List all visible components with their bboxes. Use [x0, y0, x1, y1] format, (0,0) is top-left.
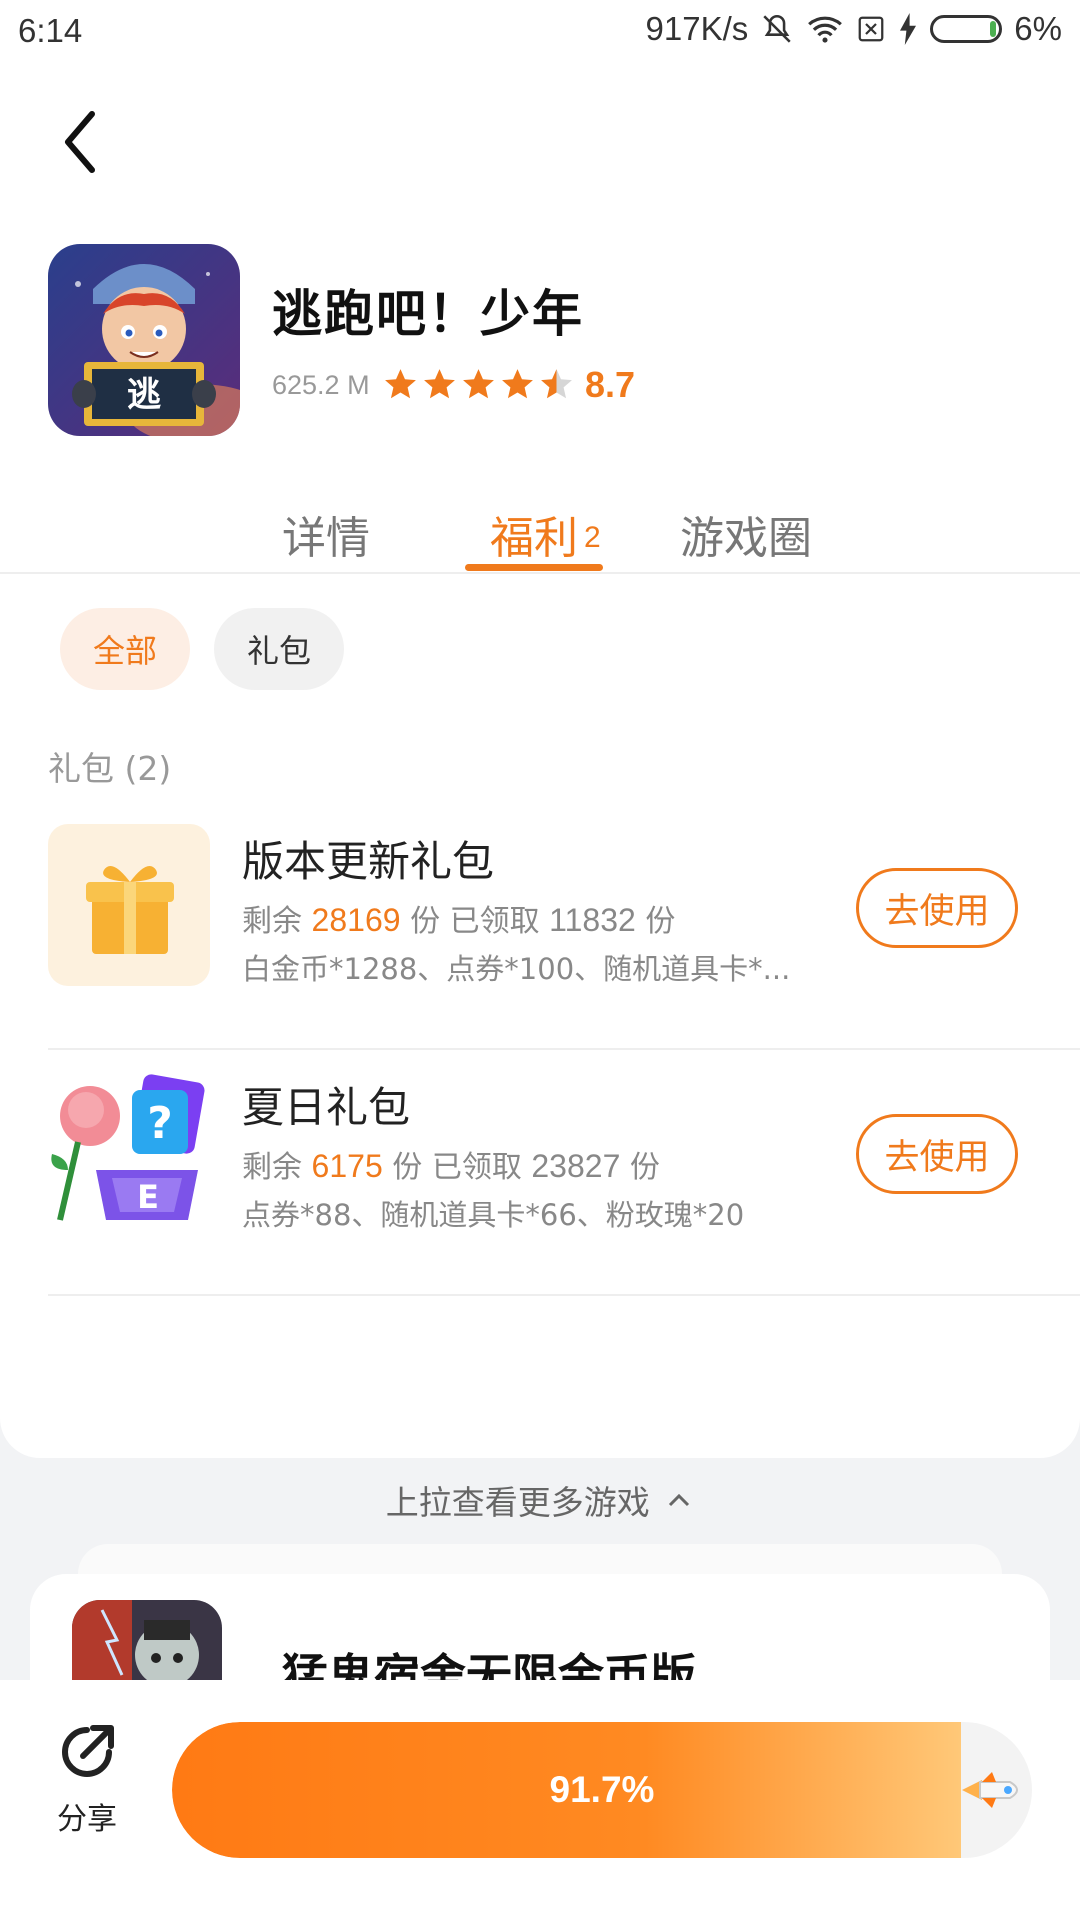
bottom-action-bar: 分享 91.7% [0, 1680, 1080, 1920]
pull-up-label: 上拉查看更多游戏 [385, 1483, 650, 1522]
list-item[interactable]: 版本更新礼包 剩余 28169 份 已领取 11832 份 白金币*1288、点… [48, 824, 1068, 1024]
download-progress-button[interactable]: 91.7% [172, 1722, 1032, 1858]
unit-label: 份 [410, 904, 441, 939]
pull-up-hint[interactable]: 上拉查看更多游戏 [0, 1476, 1080, 1524]
gift-stats: 剩余 28169 份 已领取 11832 份 [242, 896, 675, 940]
tab-label: 详情 [282, 513, 370, 564]
share-label: 分享 [57, 1802, 117, 1837]
app-icon-char: 逃 [127, 375, 161, 415]
tab-active-indicator [465, 564, 603, 571]
main-panel: 逃 逃跑吧！少年 625.2 M 8.7 详情 福利 2 游戏圈 全部 礼包 礼包… [0, 62, 1080, 1458]
gift-box-icon [48, 824, 210, 986]
star-icon [502, 369, 533, 399]
gift-description: 点券*88、随机道具卡*66、粉玫瑰*20 [242, 1198, 745, 1232]
remaining-label: 剩余 [242, 1150, 302, 1185]
unit-label: 份 [629, 1150, 660, 1185]
tab-details[interactable]: 详情 [282, 502, 370, 566]
use-gift-button[interactable]: 去使用 [856, 1114, 1018, 1194]
progress-text: 91.7% [549, 1769, 655, 1810]
back-arrow-icon[interactable] [50, 102, 110, 182]
filter-chip-gift[interactable]: 礼包 [214, 608, 344, 690]
rating-stars [382, 366, 575, 403]
half-star-icon [541, 369, 572, 399]
claimed-label: 已领取 [431, 1150, 522, 1185]
svg-text:E: E [137, 1178, 159, 1216]
wifi-icon [808, 16, 843, 43]
share-icon [62, 1725, 114, 1777]
tab-label: 游戏圈 [680, 513, 812, 564]
app-icon: 逃 [48, 244, 240, 436]
list-item[interactable]: ? E 夏日礼包 剩余 6175 份 已领取 23827 份 点券*88、随机道… [48, 1070, 1068, 1270]
net-speed: 917K/s [645, 10, 749, 47]
star-icon [424, 369, 455, 399]
section-label: 礼包 (2) [48, 749, 172, 788]
unit-label: 份 [392, 1150, 423, 1185]
gift-description: 白金币*1288、点券*100、随机道具卡*... [242, 952, 791, 986]
app-title: 逃跑吧！少年 [272, 285, 584, 343]
claimed-label: 已领取 [449, 904, 540, 939]
svg-text:?: ? [147, 1098, 173, 1149]
tab-badge: 2 [584, 521, 601, 554]
tab-benefits[interactable]: 福利 2 [490, 502, 601, 566]
divider [0, 572, 1080, 574]
use-gift-button[interactable]: 去使用 [856, 868, 1018, 948]
claimed-count: 11832 [549, 902, 636, 938]
gift-name: 夏日礼包 [242, 1083, 411, 1132]
divider [48, 1048, 1080, 1050]
remaining-label: 剩余 [242, 904, 302, 939]
tab-label: 福利 [490, 513, 578, 564]
remaining-count: 6175 [311, 1148, 383, 1184]
chevron-up-icon [669, 1493, 690, 1507]
status-icons: 917K/s 6% [646, 10, 1062, 48]
rocket-icon [962, 1772, 1018, 1808]
charging-icon [900, 13, 917, 45]
app-size: 625.2 M [272, 370, 370, 400]
battery-percent: 6% [1014, 10, 1062, 47]
claimed-count: 23827 [531, 1148, 621, 1184]
gift-stats: 剩余 6175 份 已领取 23827 份 [242, 1142, 660, 1186]
rating-score: 8.7 [585, 364, 636, 405]
sim-x-icon [858, 16, 884, 42]
star-icon [385, 369, 416, 399]
tab-game-circle[interactable]: 游戏圈 [680, 502, 812, 566]
battery-icon [930, 15, 1003, 43]
status-time: 6:14 [18, 12, 83, 49]
filter-chip-all[interactable]: 全部 [60, 608, 190, 690]
gift-name: 版本更新礼包 [242, 837, 495, 886]
remaining-count: 28169 [311, 902, 401, 938]
star-icon [463, 369, 494, 399]
share-button[interactable]: 分享 [42, 1720, 132, 1838]
unit-label: 份 [645, 904, 676, 939]
divider [48, 1294, 1080, 1296]
summer-gift-icon: ? E [48, 1070, 210, 1232]
status-bar: 6:14 917K/s 6% [0, 0, 1080, 62]
mute-icon [763, 14, 791, 43]
